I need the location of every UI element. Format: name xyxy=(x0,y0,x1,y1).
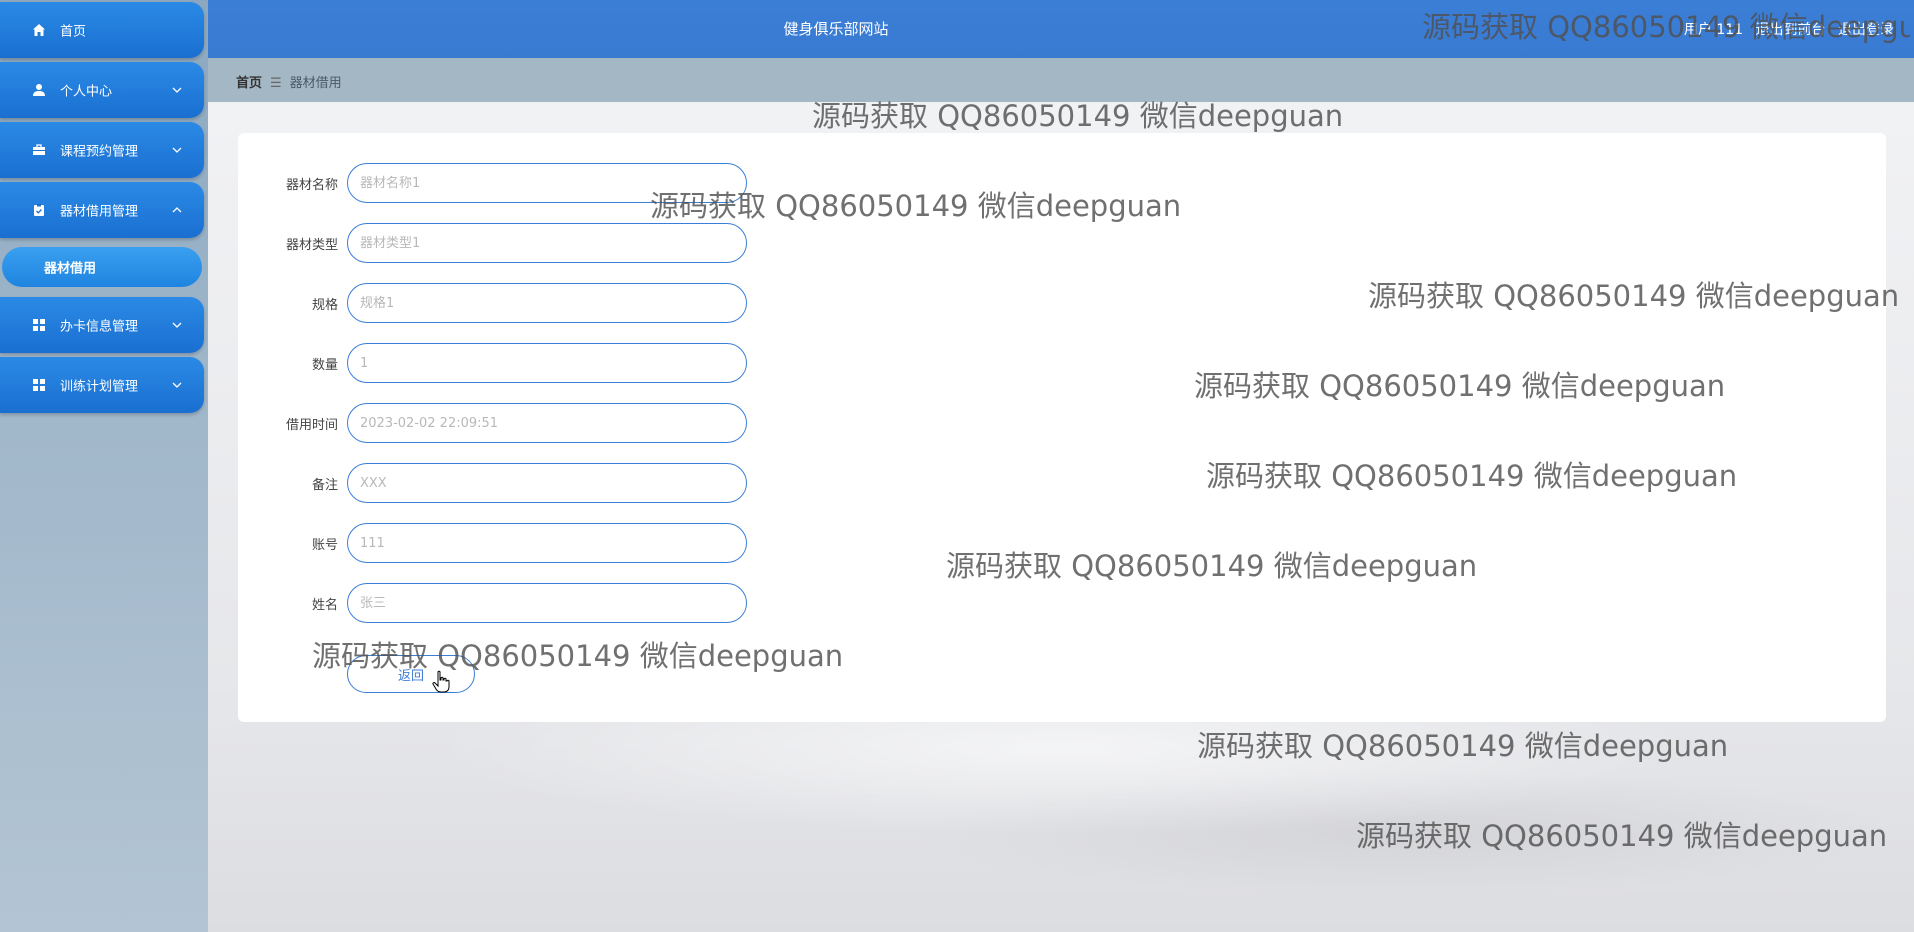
chevron-up-icon xyxy=(172,207,182,213)
account-field[interactable] xyxy=(347,523,747,563)
user-info: 用户 111 退出到前台 退出登录 xyxy=(1676,19,1894,39)
sidebar-item-label: 器材借用管理 xyxy=(60,204,139,220)
field-label: 账号 xyxy=(311,538,338,553)
breadcrumb-home[interactable]: 首页 xyxy=(236,76,262,91)
field-label: 姓名 xyxy=(311,598,338,613)
sidebar-item-card-info[interactable]: 办卡信息管理 xyxy=(0,297,204,353)
remark-field[interactable] xyxy=(347,463,747,503)
back-button[interactable]: 返回 xyxy=(347,655,475,693)
user-label: 用户 111 xyxy=(1683,22,1744,38)
hand-cursor-icon xyxy=(432,670,450,693)
sidebar-item-personal-center[interactable]: 个人中心 xyxy=(0,62,204,118)
chevron-down-icon xyxy=(172,382,182,388)
chevron-down-icon xyxy=(172,322,182,328)
sidebar-subitem-label: 器材借用 xyxy=(44,261,97,277)
breadcrumb-current: 器材借用 xyxy=(289,76,342,91)
grid-icon xyxy=(32,378,46,392)
sidebar-item-label: 个人中心 xyxy=(60,84,113,100)
breadcrumb: 首页 ☰ 器材借用 xyxy=(236,72,342,91)
briefcase-icon xyxy=(32,143,46,157)
spec-field[interactable] xyxy=(347,283,747,323)
field-label: 器材名称 xyxy=(285,178,338,193)
field-label: 规格 xyxy=(311,298,338,313)
back-to-home-link[interactable]: 退出到前台 xyxy=(1756,22,1826,38)
breadcrumb-bar: 首页 ☰ 器材借用 xyxy=(208,58,1914,102)
home-icon xyxy=(32,23,46,37)
name-field[interactable] xyxy=(347,583,747,623)
equipment-type-field[interactable] xyxy=(347,223,747,263)
breadcrumb-separator: ☰ xyxy=(270,76,282,91)
field-label: 借用时间 xyxy=(285,418,338,433)
field-label: 备注 xyxy=(311,478,338,493)
site-title: 健身俱乐部网站 xyxy=(783,20,889,38)
sidebar-item-label: 课程预约管理 xyxy=(60,144,139,160)
field-label: 数量 xyxy=(311,358,338,373)
grid-icon xyxy=(32,318,46,332)
sidebar-item-label: 训练计划管理 xyxy=(60,379,139,395)
top-header: 健身俱乐部网站 用户 111 退出到前台 退出登录 xyxy=(208,0,1914,58)
quantity-field[interactable] xyxy=(347,343,747,383)
sidebar-item-equipment-loan[interactable]: 器材借用管理 xyxy=(0,182,204,238)
user-icon xyxy=(32,83,46,97)
clipboard-icon xyxy=(32,203,46,217)
sidebar-item-home[interactable]: 首页 xyxy=(0,2,204,58)
logout-link[interactable]: 退出登录 xyxy=(1838,22,1894,38)
chevron-down-icon xyxy=(172,147,182,153)
sidebar: 首页 个人中心 课程预约管理 器材借用管理 器材借用 办卡信息管理 训练计划管理 xyxy=(0,0,208,932)
field-label: 器材类型 xyxy=(285,238,338,253)
sidebar-item-label: 办卡信息管理 xyxy=(60,319,139,335)
sidebar-item-training-plan[interactable]: 训练计划管理 xyxy=(0,357,204,413)
loan-time-field[interactable] xyxy=(347,403,747,443)
sidebar-item-course-booking[interactable]: 课程预约管理 xyxy=(0,122,204,178)
sidebar-subitem-equipment-loan[interactable]: 器材借用 xyxy=(2,247,202,287)
sidebar-item-label: 首页 xyxy=(60,24,87,40)
equipment-name-field[interactable] xyxy=(347,163,747,203)
chevron-down-icon xyxy=(172,87,182,93)
